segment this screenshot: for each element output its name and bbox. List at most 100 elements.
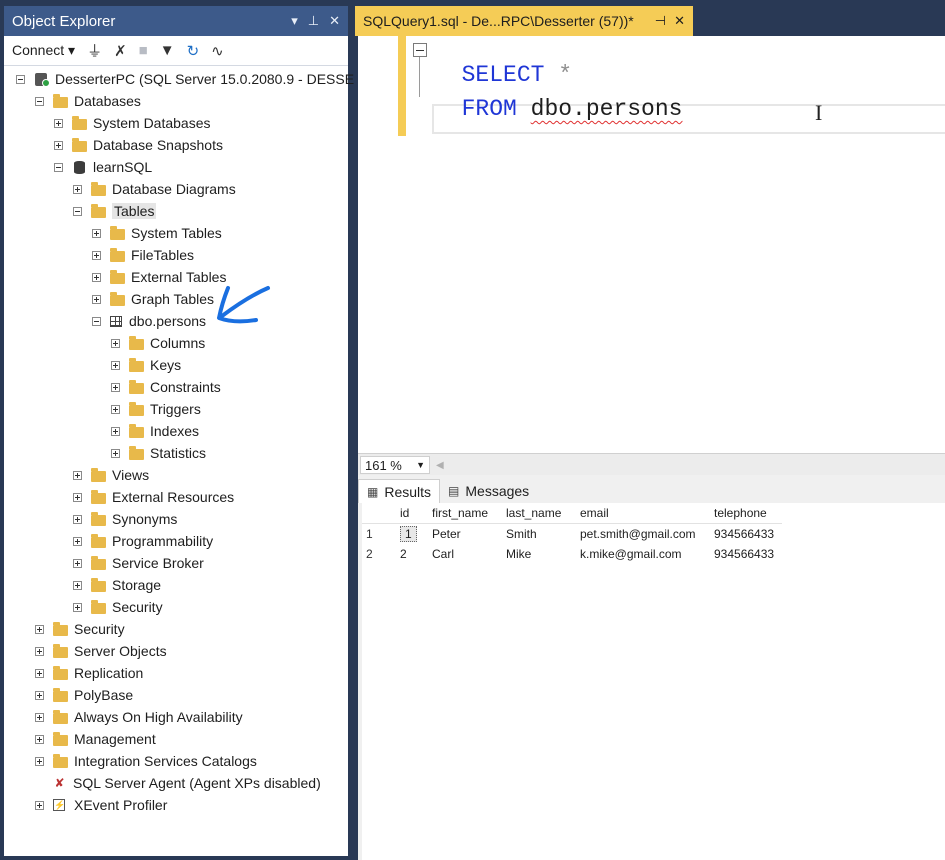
tree-node[interactable]: Constraints: [111, 376, 221, 398]
expand-icon[interactable]: [54, 140, 63, 150]
stop-icon[interactable]: ■: [139, 42, 148, 59]
tree-node[interactable]: Database Diagrams: [73, 178, 236, 200]
table-cell[interactable]: 1: [394, 524, 426, 545]
expand-icon[interactable]: [73, 514, 82, 524]
column-header[interactable]: first_name: [426, 503, 500, 524]
tree-node[interactable]: System Tables: [92, 222, 222, 244]
table-cell[interactable]: Smith: [500, 524, 574, 545]
collapse-icon[interactable]: [16, 74, 25, 84]
tree-node[interactable]: Synonyms: [73, 508, 177, 530]
expand-icon[interactable]: [73, 536, 82, 546]
column-header[interactable]: last_name: [500, 503, 574, 524]
tree-node[interactable]: Replication: [35, 662, 143, 684]
expand-icon[interactable]: [73, 470, 82, 480]
expand-icon[interactable]: [73, 558, 82, 568]
tree-node[interactable]: dbo.persons: [92, 310, 206, 332]
table-row[interactable]: 1 1 Peter Smith pet.smith@gmail.com 9345…: [362, 524, 782, 545]
expand-icon[interactable]: [35, 646, 44, 656]
table-cell[interactable]: k.mike@gmail.com: [574, 544, 708, 564]
tree-node[interactable]: FileTables: [92, 244, 194, 266]
tree-node[interactable]: Server Objects: [35, 640, 167, 662]
collapse-icon[interactable]: [54, 162, 63, 172]
collapse-region-icon[interactable]: [413, 43, 427, 57]
expand-icon[interactable]: [111, 338, 120, 348]
column-header[interactable]: email: [574, 503, 708, 524]
table-row[interactable]: 2 2 Carl Mike k.mike@gmail.com 934566433: [362, 544, 782, 564]
activity-monitor-icon[interactable]: ∿: [211, 42, 224, 60]
expand-icon[interactable]: [92, 250, 101, 260]
connect-button[interactable]: Connect ▾: [12, 42, 75, 59]
tab-sqlquery1[interactable]: SQLQuery1.sql - De...RPC\Desserter (57))…: [355, 6, 693, 36]
refresh-icon[interactable]: ↻: [187, 42, 200, 60]
pin-icon[interactable]: ⊣: [655, 13, 666, 29]
results-grid[interactable]: id first_name last_name email telephone …: [362, 503, 945, 860]
expand-icon[interactable]: [35, 624, 44, 634]
expand-icon[interactable]: [73, 602, 82, 612]
table-cell[interactable]: Peter: [426, 524, 500, 545]
collapse-icon[interactable]: [35, 96, 44, 106]
expand-icon[interactable]: [92, 294, 101, 304]
tab-messages[interactable]: ▤ Messages: [440, 479, 537, 503]
expand-icon[interactable]: [111, 382, 120, 392]
zoom-select[interactable]: 161 % ▼: [360, 456, 430, 474]
tree-node[interactable]: External Resources: [73, 486, 234, 508]
expand-icon[interactable]: [35, 734, 44, 744]
disconnect-icon[interactable]: ✗: [114, 42, 127, 60]
tree-node[interactable]: ✘ SQL Server Agent (Agent XPs disabled): [35, 772, 320, 794]
tree-node[interactable]: Views: [73, 464, 149, 486]
expand-icon[interactable]: [35, 668, 44, 678]
tree-node[interactable]: Tables: [73, 200, 157, 222]
tree-node[interactable]: External Tables: [92, 266, 226, 288]
selected-cell[interactable]: 1: [400, 526, 417, 542]
tree-node[interactable]: Storage: [73, 574, 161, 596]
expand-icon[interactable]: [73, 184, 82, 194]
expand-icon[interactable]: [35, 800, 44, 810]
expand-icon[interactable]: [54, 118, 63, 128]
tree-node[interactable]: Service Broker: [73, 552, 204, 574]
tree-node[interactable]: PolyBase: [35, 684, 133, 706]
tree-node[interactable]: System Databases: [54, 112, 211, 134]
expand-icon[interactable]: [111, 426, 120, 436]
tree-node[interactable]: Programmability: [73, 530, 213, 552]
table-cell[interactable]: pet.smith@gmail.com: [574, 524, 708, 545]
pin-icon[interactable]: ⊥: [308, 13, 319, 29]
column-header[interactable]: id: [394, 503, 426, 524]
table-cell[interactable]: 2: [394, 544, 426, 564]
code-line-2[interactable]: FROM dbo.persons: [434, 70, 683, 122]
tree-node[interactable]: Columns: [111, 332, 205, 354]
expand-icon[interactable]: [111, 404, 120, 414]
tree-node[interactable]: Indexes: [111, 420, 199, 442]
tree-node[interactable]: Keys: [111, 354, 181, 376]
filter-icon[interactable]: ▼: [160, 42, 175, 59]
close-tab-icon[interactable]: ✕: [674, 13, 685, 29]
connect-object-icon[interactable]: ⏚: [87, 40, 102, 61]
tree-node[interactable]: Database Snapshots: [54, 134, 223, 156]
expand-icon[interactable]: [73, 492, 82, 502]
window-position-dropdown-icon[interactable]: ▾: [291, 13, 298, 29]
column-header[interactable]: telephone: [708, 503, 782, 524]
expand-icon[interactable]: [73, 580, 82, 590]
table-cell[interactable]: 934566433: [708, 524, 782, 545]
expand-icon[interactable]: [92, 272, 101, 282]
tree-node[interactable]: ⚡ XEvent Profiler: [35, 794, 167, 816]
tree-node[interactable]: Management: [35, 728, 156, 750]
expand-icon[interactable]: [111, 448, 120, 458]
tree-node[interactable]: Statistics: [111, 442, 206, 464]
table-cell[interactable]: 934566433: [708, 544, 782, 564]
tree-node[interactable]: Security: [35, 618, 125, 640]
tree-node[interactable]: Security: [73, 596, 163, 618]
expand-icon[interactable]: [35, 690, 44, 700]
table-cell[interactable]: Carl: [426, 544, 500, 564]
tab-results[interactable]: ▦ Results: [358, 479, 441, 503]
tree-node[interactable]: Triggers: [111, 398, 201, 420]
expand-icon[interactable]: [111, 360, 120, 370]
tree-node[interactable]: learnSQL: [54, 156, 152, 178]
tree-node[interactable]: DesserterPC (SQL Server 15.0.2080.9 - DE…: [16, 68, 354, 90]
table-cell[interactable]: Mike: [500, 544, 574, 564]
collapse-icon[interactable]: [92, 316, 101, 326]
expand-icon[interactable]: [35, 756, 44, 766]
collapse-icon[interactable]: [73, 206, 82, 216]
close-icon[interactable]: ✕: [329, 13, 340, 29]
tree-node[interactable]: Integration Services Catalogs: [35, 750, 257, 772]
tree-node[interactable]: Databases: [35, 90, 141, 112]
